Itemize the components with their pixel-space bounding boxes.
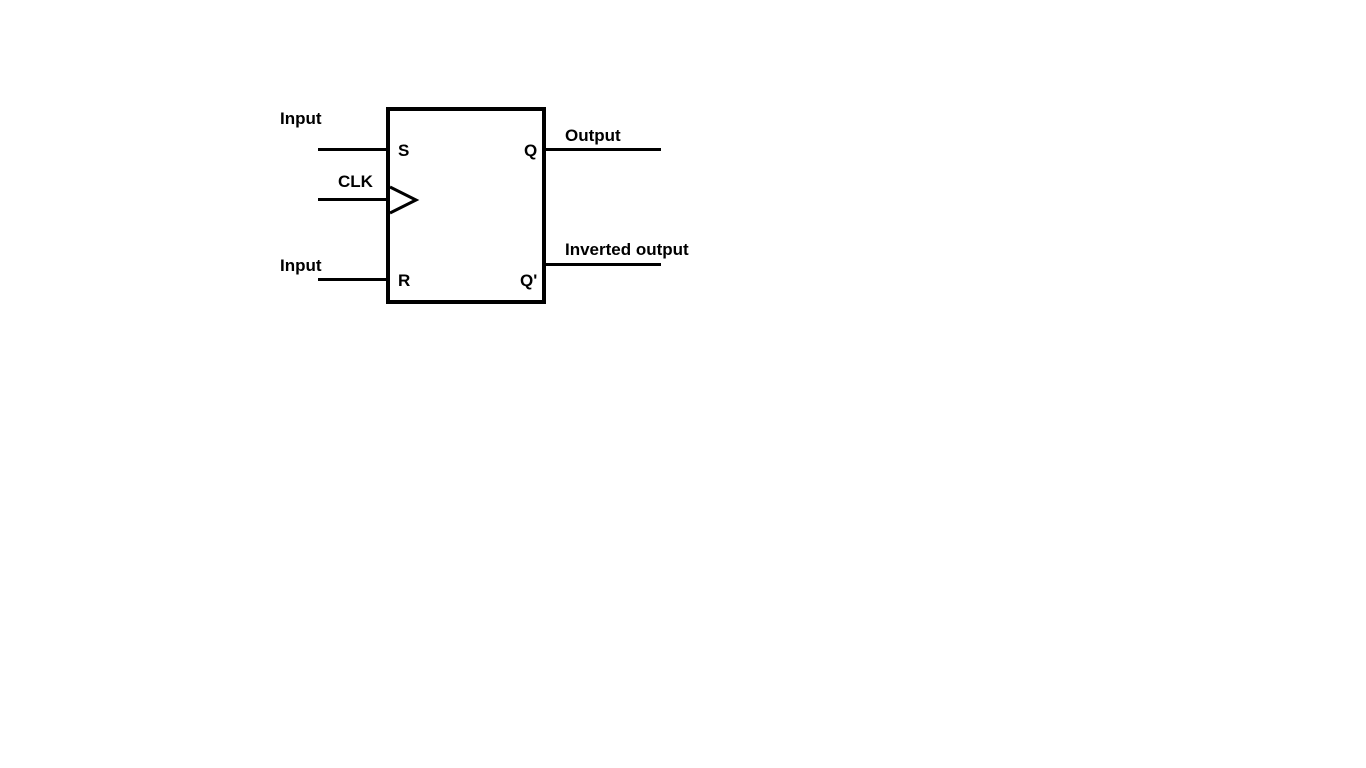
label-clk: CLK bbox=[338, 172, 373, 192]
wire-qn-output bbox=[546, 263, 661, 266]
pin-qn: Q' bbox=[520, 271, 537, 291]
label-input-r: Input bbox=[280, 256, 322, 276]
wire-s-input bbox=[318, 148, 386, 151]
label-output-q: Output bbox=[565, 126, 621, 146]
wire-clk-input bbox=[318, 198, 386, 201]
pin-r: R bbox=[398, 271, 410, 291]
pin-q: Q bbox=[524, 141, 537, 161]
clock-edge-icon bbox=[388, 185, 422, 215]
pin-s: S bbox=[398, 141, 409, 161]
label-input-s: Input bbox=[280, 109, 322, 129]
label-output-qn: Inverted output bbox=[565, 240, 689, 260]
sr-flipflop-diagram: Input CLK Input Output Inverted output S… bbox=[0, 0, 1366, 768]
wire-q-output bbox=[546, 148, 661, 151]
wire-r-input bbox=[318, 278, 386, 281]
